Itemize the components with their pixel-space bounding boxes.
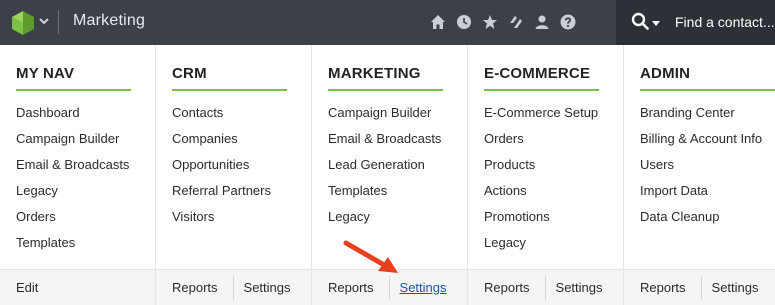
column-underline [328,89,443,91]
user-icon[interactable] [534,14,550,30]
reports-link[interactable]: Reports [156,270,233,305]
menu-link[interactable]: Templates [328,178,441,204]
menu-link[interactable]: Dashboard [16,100,129,126]
menu-link[interactable]: Billing & Account Info [640,126,762,152]
settings-link[interactable]: Settings [702,270,774,305]
column-underline [172,89,287,91]
menu-link[interactable]: Opportunities [172,152,271,178]
reports-link[interactable]: Reports [312,270,389,305]
app-title[interactable]: Marketing [73,12,145,30]
star-icon[interactable] [482,14,498,30]
menu-link[interactable]: Legacy [16,178,129,204]
menu-link[interactable]: Email & Broadcasts [328,126,441,152]
menu-link[interactable]: Referral Partners [172,178,271,204]
menu-link[interactable]: Promotions [484,204,598,230]
menu-link[interactable]: Branding Center [640,100,762,126]
menu-link[interactable]: Campaign Builder [16,126,129,152]
column-heading: ADMIN [640,65,691,82]
chevron-down-icon[interactable] [38,14,50,28]
column-link-list: Branding Center Billing & Account Info U… [640,100,762,230]
menu-link[interactable]: Users [640,152,762,178]
menu-link[interactable]: Legacy [328,204,441,230]
menu-link[interactable]: Legacy [484,230,598,256]
menu-link[interactable]: Import Data [640,178,762,204]
tags-icon[interactable] [508,14,524,30]
column-heading: MARKETING [328,65,421,82]
top-bar: Marketing Find a contact... [0,0,775,45]
menu-link[interactable]: E-Commerce Setup [484,100,598,126]
menu-column-e-commerce: E-COMMERCE E-Commerce Setup Orders Produ… [468,45,624,305]
menu-column-admin: ADMIN Branding Center Billing & Account … [624,45,775,305]
column-underline [640,89,775,91]
annotation-arrow-icon [343,240,398,273]
menu-link[interactable]: Templates [16,230,129,256]
column-heading: MY NAV [16,65,75,82]
caret-down-icon[interactable] [652,15,660,26]
column-footer: Edit [0,269,155,305]
menu-column-my-nav: MY NAV Dashboard Campaign Builder Email … [0,45,156,305]
column-link-list: Campaign Builder Email & Broadcasts Lead… [328,100,441,230]
menu-link[interactable]: Products [484,152,598,178]
edit-button[interactable]: Edit [0,270,53,305]
menu-link[interactable]: Orders [16,204,129,230]
home-icon[interactable] [430,14,446,30]
column-link-list: Dashboard Campaign Builder Email & Broad… [16,100,129,256]
menu-link[interactable]: Visitors [172,204,271,230]
help-icon[interactable] [560,14,576,30]
menu-link[interactable]: Companies [172,126,271,152]
menu-link[interactable]: Actions [484,178,598,204]
reports-link[interactable]: Reports [468,270,545,305]
settings-link-highlighted[interactable]: Settings [390,270,462,305]
reports-link[interactable]: Reports [624,270,701,305]
column-footer: Reports Settings [468,269,623,305]
topbar-icon-group [430,12,576,32]
search-icon[interactable] [631,12,649,30]
column-heading: E-COMMERCE [484,65,591,82]
column-link-list: E-Commerce Setup Orders Products Actions… [484,100,598,256]
topbar-divider [58,10,59,34]
menu-column-crm: CRM Contacts Companies Opportunities Ref… [156,45,312,305]
contact-search[interactable]: Find a contact... [616,0,775,45]
menu-link[interactable]: Email & Broadcasts [16,152,129,178]
menu-link[interactable]: Orders [484,126,598,152]
menu-link[interactable]: Lead Generation [328,152,441,178]
settings-link[interactable]: Settings [546,270,618,305]
column-link-list: Contacts Companies Opportunities Referra… [172,100,271,230]
menu-link[interactable]: Data Cleanup [640,204,762,230]
menu-link[interactable]: Campaign Builder [328,100,441,126]
app-logo-icon[interactable] [10,9,36,35]
clock-icon[interactable] [456,14,472,30]
search-input[interactable]: Find a contact... [675,14,775,30]
column-footer: Reports Settings [624,269,775,305]
column-footer: Reports Settings [156,269,311,305]
column-heading: CRM [172,65,207,82]
column-underline [484,89,599,91]
settings-link[interactable]: Settings [234,270,306,305]
menu-link[interactable]: Contacts [172,100,271,126]
column-underline [16,89,131,91]
